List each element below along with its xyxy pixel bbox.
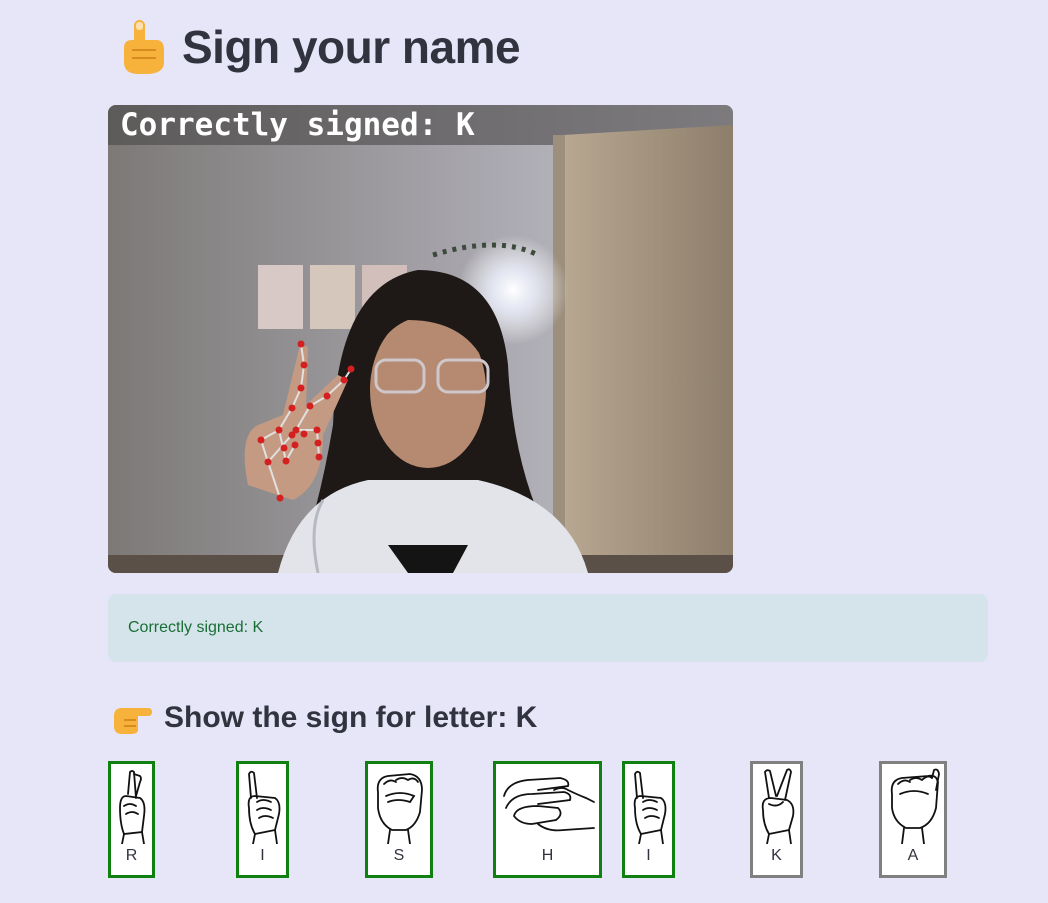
hand-sign-i-icon — [247, 770, 280, 844]
letter-card-k: K — [750, 761, 803, 878]
hand-sign-k-icon — [761, 768, 794, 844]
letter-card-i-2: I — [622, 761, 675, 878]
hand-sign-s-icon — [376, 773, 423, 844]
letter-label: H — [541, 847, 554, 864]
webcam-image — [108, 105, 733, 573]
letter-label: I — [646, 847, 651, 864]
success-alert: Correctly signed: K — [108, 594, 988, 662]
hand-sign-h-icon — [502, 777, 595, 832]
page-title-text: Sign your name — [182, 21, 521, 73]
prompt-header: Show the sign for letter: K — [112, 700, 537, 736]
letter-label: A — [907, 847, 919, 864]
letter-label: S — [393, 847, 405, 864]
pointing-up-hand-icon — [124, 20, 164, 74]
page-title: Sign your name — [116, 18, 521, 76]
hand-sign-r-icon — [118, 770, 145, 844]
letter-label: I — [260, 847, 265, 864]
success-alert-text: Correctly signed: K — [128, 619, 264, 636]
prompt-text: Show the sign for letter: K — [164, 701, 538, 734]
letter-card-h: H — [493, 761, 602, 878]
letter-label: K — [771, 847, 782, 864]
letter-card-a: A — [879, 761, 947, 878]
hand-sign-i-icon — [633, 770, 666, 844]
hand-sign-a-icon — [890, 768, 940, 844]
letter-label: R — [125, 847, 138, 864]
webcam-feed: Correctly signed: K — [108, 105, 733, 573]
letter-card-r: R — [108, 761, 155, 878]
letter-card-i: I — [236, 761, 289, 878]
webcam-overlay-text: Correctly signed: K — [120, 107, 475, 143]
pointing-right-hand-icon — [114, 708, 152, 734]
letter-card-s: S — [365, 761, 433, 878]
